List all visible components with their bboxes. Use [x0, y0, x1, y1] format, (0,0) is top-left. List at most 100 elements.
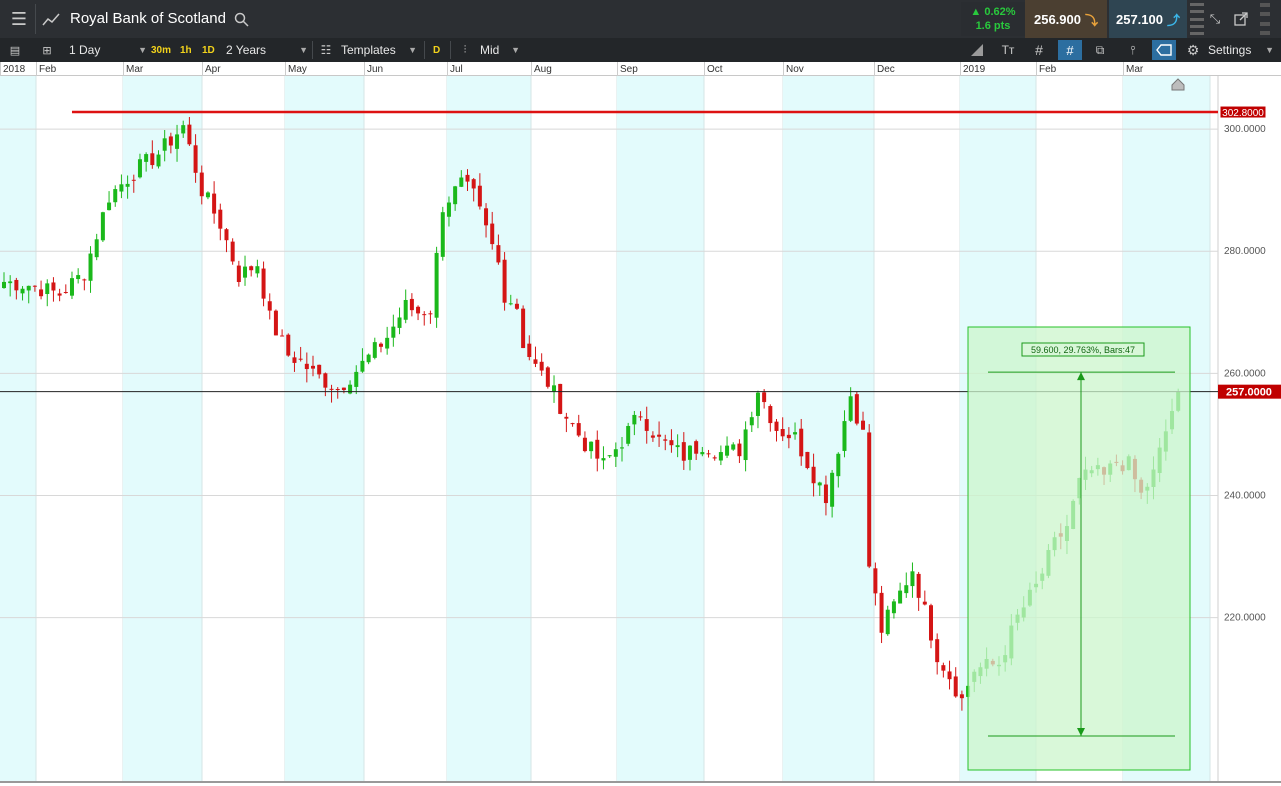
- candle-body: [929, 605, 933, 641]
- range-select[interactable]: 2 Years ▼: [226, 38, 308, 62]
- crosshair-icon[interactable]: #: [1058, 40, 1082, 60]
- candle-body: [150, 153, 155, 166]
- range-label: 2 Years: [226, 43, 267, 57]
- candle-body: [236, 265, 241, 283]
- candle-body: [675, 445, 680, 448]
- search-icon[interactable]: [232, 10, 250, 28]
- candle-body: [755, 392, 760, 416]
- month-label: 2019: [963, 64, 986, 75]
- gear-icon[interactable]: ⚙: [1185, 42, 1201, 58]
- candle-body: [428, 313, 433, 315]
- candle-body: [959, 694, 964, 699]
- y-tick-label: 300.0000: [1224, 124, 1266, 135]
- candle-body: [626, 425, 631, 444]
- month-label: Nov: [786, 64, 804, 75]
- candle-body: [311, 365, 315, 369]
- candle-body: [459, 177, 464, 187]
- time-axis: 2018 Feb Mar Apr May Jun Jul Aug Sep Oct Nov Dec 201…: [0, 62, 1281, 76]
- layout-icon[interactable]: ⊞: [38, 42, 56, 58]
- month-tick: [36, 62, 37, 76]
- sliders-icon[interactable]: ☷: [318, 42, 334, 58]
- candle-body: [854, 394, 859, 424]
- candle-body: [372, 342, 377, 358]
- candle-body: [737, 443, 742, 457]
- candle-body: [298, 358, 303, 360]
- indicator-icon[interactable]: ⫯: [1124, 42, 1142, 58]
- candle-body: [533, 359, 538, 364]
- list-icon[interactable]: ▤: [6, 42, 24, 58]
- line-chart-icon[interactable]: [36, 4, 66, 34]
- candle-body: [842, 421, 847, 451]
- candle-body: [817, 482, 822, 486]
- candle-body: [879, 592, 884, 633]
- grid-icon[interactable]: #: [1030, 42, 1048, 58]
- interval-select[interactable]: 1 Day ▼: [69, 38, 147, 62]
- candle-body: [76, 275, 81, 280]
- candle-body: [45, 283, 50, 295]
- candle-body: [32, 285, 37, 287]
- candle-body: [131, 179, 136, 181]
- side-scroll-icon[interactable]: [1260, 3, 1270, 35]
- quick-30m-button[interactable]: 30m: [151, 38, 171, 62]
- popout-icon[interactable]: [1232, 10, 1250, 28]
- quick-1h-button[interactable]: 1h: [180, 38, 192, 62]
- label-tool-icon[interactable]: [1152, 40, 1176, 60]
- d-badge[interactable]: D: [433, 38, 440, 62]
- order-book-icon[interactable]: [1190, 3, 1204, 35]
- minimize-icon[interactable]: ⤡: [1206, 10, 1224, 28]
- menu-icon[interactable]: ☰: [4, 4, 34, 34]
- candle-body: [712, 457, 717, 459]
- change-percent: ▲ 0.62%: [970, 6, 1016, 18]
- candle-body: [873, 568, 878, 594]
- candle-body: [94, 239, 99, 258]
- candle-body: [749, 417, 754, 426]
- change-points: 1.6 pts: [975, 20, 1011, 32]
- candle-body: [63, 292, 68, 294]
- candle-type-icon[interactable]: ⫶: [456, 42, 474, 58]
- divider: [450, 41, 451, 59]
- price-type-select[interactable]: Mid ▼: [480, 38, 520, 62]
- settings-menu[interactable]: Settings ▼: [1208, 38, 1274, 62]
- candle-body: [830, 472, 835, 507]
- price-type-label: Mid: [480, 43, 500, 57]
- price-chart[interactable]: 300.0000 280.0000 260.0000 240.0000 220.0000…: [0, 76, 1281, 786]
- month-tick: [1036, 62, 1037, 76]
- candle-body: [552, 385, 557, 392]
- draw-line-icon[interactable]: [968, 42, 986, 58]
- windows-icon[interactable]: ⧉: [1091, 42, 1109, 58]
- candle-body: [811, 466, 816, 484]
- candle-body: [125, 183, 130, 187]
- sell-price-button[interactable]: 256.900 ⤵: [1025, 0, 1107, 38]
- month-tick: [531, 62, 532, 76]
- month-label: Oct: [707, 64, 723, 75]
- month-shade: [123, 76, 202, 781]
- candle-body: [107, 202, 112, 211]
- price-change-box: ▲ 0.62% 1.6 pts: [961, 2, 1025, 36]
- buy-price-button[interactable]: 257.100 ⤴: [1109, 0, 1187, 38]
- chevron-down-icon: ▼: [408, 45, 417, 55]
- candle-body: [286, 334, 291, 356]
- candle-body: [694, 441, 699, 454]
- candle-body: [329, 388, 334, 390]
- candle-body: [113, 189, 118, 203]
- candle-body: [823, 484, 828, 504]
- divider: [424, 41, 425, 59]
- y-tick-label: 260.0000: [1224, 368, 1266, 379]
- candle-body: [360, 360, 365, 372]
- resistance-price-label: 302.8000: [1222, 108, 1264, 119]
- candle-body: [51, 282, 56, 291]
- instrument-title[interactable]: Royal Bank of Scotland: [70, 10, 226, 27]
- candle-body: [409, 298, 414, 311]
- candle-body: [193, 145, 198, 173]
- candle-body: [366, 354, 371, 363]
- templates-select[interactable]: Templates ▼: [341, 38, 417, 62]
- candle-body: [20, 288, 25, 294]
- quick-1d-button[interactable]: 1D: [202, 38, 215, 62]
- month-tick: [364, 62, 365, 76]
- candle-body: [397, 317, 402, 328]
- candle-body: [224, 229, 229, 241]
- candle-body: [681, 442, 686, 461]
- text-tool-icon[interactable]: Tт: [997, 42, 1019, 58]
- candle-body: [780, 428, 785, 437]
- candle-body: [805, 451, 810, 469]
